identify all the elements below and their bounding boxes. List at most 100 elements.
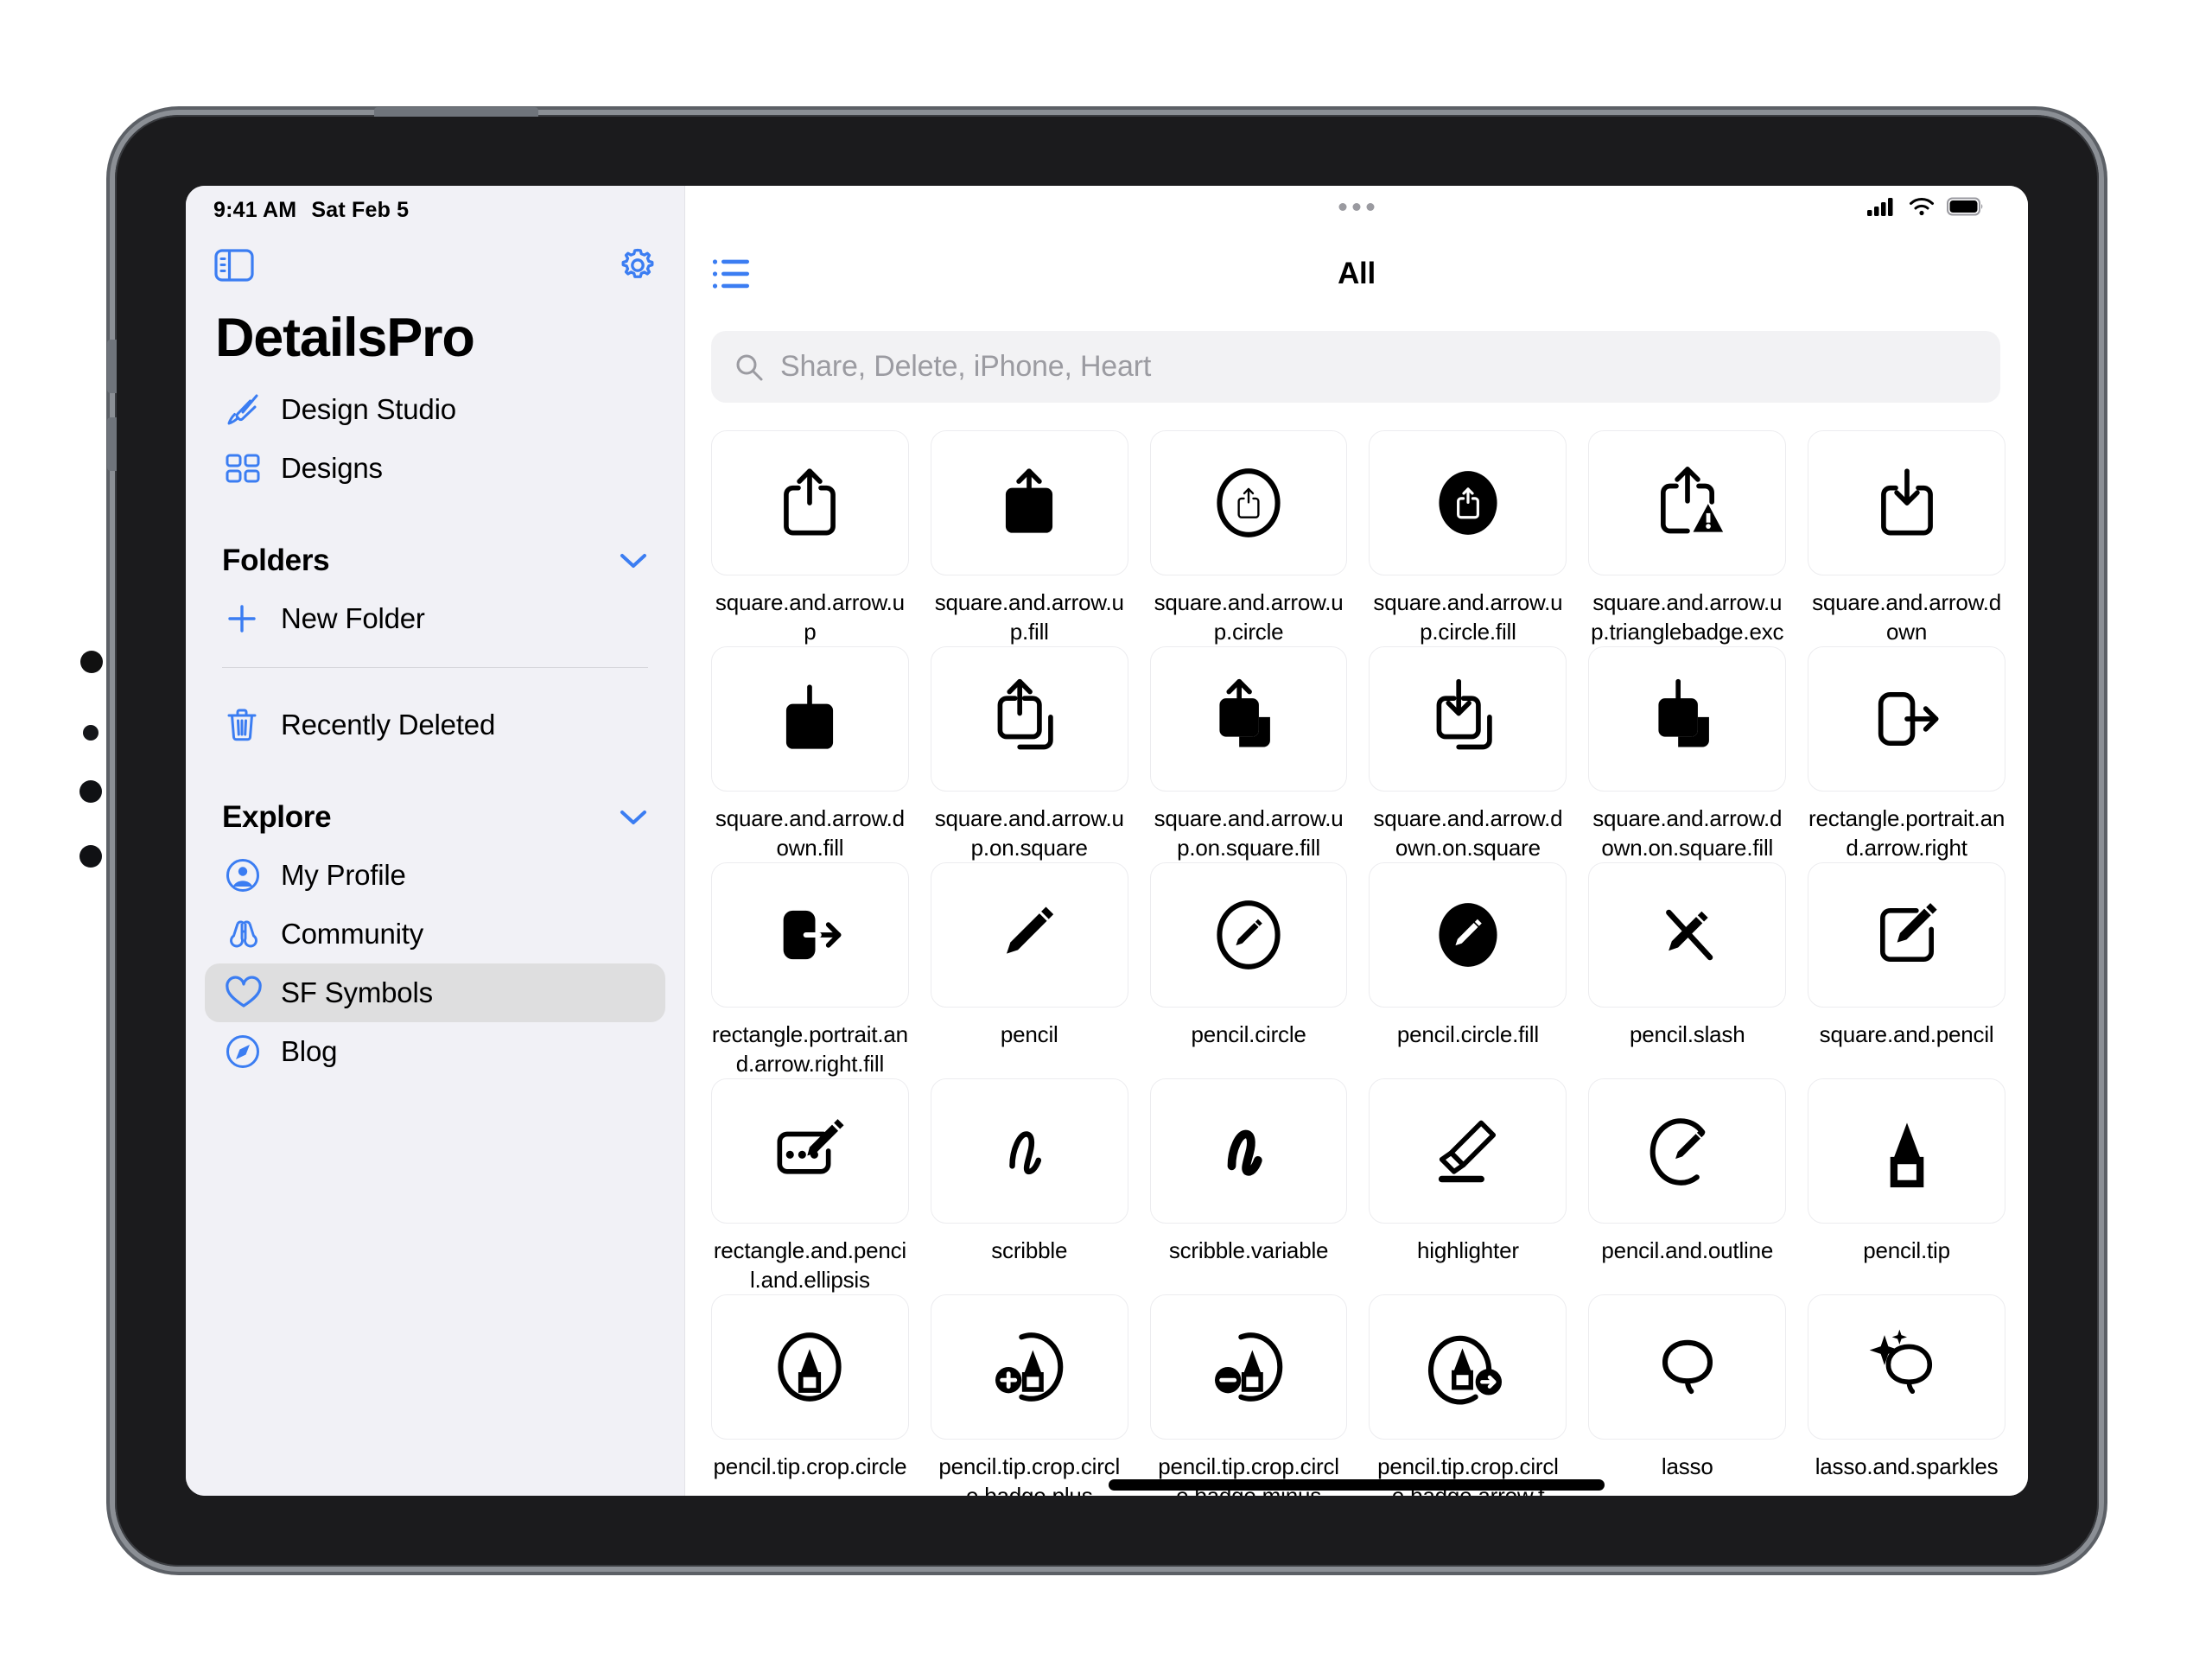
symbol-cell[interactable]: square.and.arrow.up <box>711 430 909 646</box>
symbol-cell[interactable]: square.and.arrow.down.on.square <box>1369 646 1567 862</box>
symbol-cell[interactable]: lasso.and.sparkles <box>1808 1294 2005 1496</box>
symbol-label: rectangle.portrait.and.arrow.right.fill <box>711 1021 908 1077</box>
home-indicator[interactable] <box>1109 1479 1605 1491</box>
symbol-cell[interactable]: scribble <box>930 1078 1128 1294</box>
symbol-cell[interactable]: square.and.arrow.up.trianglebadge.exc <box>1588 430 1787 646</box>
symbol-label: square.and.arrow.up.on.square.fill <box>1154 805 1344 861</box>
symbol-label: lasso <box>1661 1453 1713 1479</box>
symbol-cell[interactable]: square.and.arrow.down <box>1808 430 2005 646</box>
symbol-cell[interactable]: pencil.slash <box>1588 862 1787 1078</box>
camera-dot <box>83 725 99 741</box>
symbol-cell[interactable]: scribble.variable <box>1149 1078 1348 1294</box>
symbol-cell[interactable]: pencil.circle.fill <box>1369 862 1567 1078</box>
sidebar-item-label: Design Studio <box>281 393 456 425</box>
volume-down-button[interactable] <box>107 417 117 471</box>
symbol-cell[interactable]: pencil.circle <box>1149 862 1348 1078</box>
share-up-fill-icon <box>930 430 1128 575</box>
symbol-label: pencil.tip <box>1863 1237 1950 1263</box>
safari-compass-icon <box>224 1033 269 1071</box>
search-input[interactable] <box>780 350 1978 384</box>
camera-dot <box>79 845 102 868</box>
symbol-label: pencil.circle.fill <box>1396 1021 1539 1047</box>
share-up-on-square-fill-icon <box>1149 646 1348 792</box>
status-bar-left: 9:41 AM Sat Feb 5 <box>213 198 409 223</box>
share-down-on-square-icon <box>1369 646 1567 792</box>
sidebar-item-sf-symbols[interactable]: SF Symbols <box>205 963 665 1022</box>
main-pane: All square.and.arrow.upsquare.and.arrow.… <box>685 186 2028 1496</box>
sidebar-item-new-folder[interactable]: New Folder <box>205 589 665 648</box>
share-up-circle-icon <box>1149 430 1348 575</box>
symbol-cell[interactable]: highlighter <box>1369 1078 1567 1294</box>
chevron-down-icon[interactable] <box>619 551 648 570</box>
sidebar-item-blog[interactable]: Blog <box>205 1022 665 1081</box>
rect-pencil-ellipsis-icon <box>711 1078 909 1224</box>
search-bar[interactable] <box>711 331 2000 403</box>
sidebar-item-label: Designs <box>281 452 383 484</box>
symbol-cell[interactable]: rectangle.portrait.and.arrow.right.fill <box>711 862 909 1078</box>
symbol-cell[interactable]: pencil.tip.crop.circle.badge.arrow.f <box>1369 1294 1567 1496</box>
status-date: Sat Feb 5 <box>311 198 410 222</box>
symbol-cell[interactable]: pencil.and.outline <box>1588 1078 1787 1294</box>
grid-squares-icon <box>224 451 269 486</box>
symbol-cell[interactable]: rectangle.portrait.and.arrow.right <box>1808 646 2005 862</box>
volume-up-button[interactable] <box>107 340 117 393</box>
symbol-cell[interactable]: pencil.tip.crop.circle <box>711 1294 909 1496</box>
share-up-warning-icon <box>1588 430 1787 575</box>
page-title: All <box>1338 257 1376 290</box>
share-down-on-square-fill-icon <box>1588 646 1787 792</box>
symbol-label: square.and.arrow.up <box>715 589 905 645</box>
section-title: Explore <box>222 800 332 834</box>
section-header-explore[interactable]: Explore <box>222 789 648 846</box>
power-button[interactable] <box>374 107 538 117</box>
symbol-label: square.and.arrow.down.on.square <box>1373 805 1563 861</box>
symbol-label: square.and.pencil <box>1819 1021 1994 1047</box>
symbol-cell[interactable]: square.and.arrow.up.circle <box>1149 430 1348 646</box>
ipad-screen: 9:41 AM Sat Feb 5 DetailsPro Design Stud… <box>186 186 2028 1496</box>
symbol-cell[interactable]: rectangle.and.pencil.and.ellipsis <box>711 1078 909 1294</box>
chevron-down-icon[interactable] <box>619 808 648 827</box>
symbol-cell[interactable]: square.and.arrow.up.fill <box>930 430 1128 646</box>
symbol-cell[interactable]: square.and.arrow.up.on.square <box>930 646 1128 862</box>
status-bar-right-area <box>685 186 2028 231</box>
symbol-label: scribble.variable <box>1168 1237 1329 1263</box>
main-navbar: All <box>685 231 2028 321</box>
symbol-cell[interactable]: pencil <box>930 862 1128 1078</box>
symbol-label: scribble <box>991 1237 1068 1263</box>
symbol-label: pencil.slash <box>1630 1021 1745 1047</box>
person-circle-icon <box>224 856 269 894</box>
section-header-folders[interactable]: Folders <box>222 532 648 589</box>
symbol-cell[interactable]: square.and.arrow.up.on.square.fill <box>1149 646 1348 862</box>
symbol-cell[interactable]: pencil.tip <box>1808 1078 2005 1294</box>
status-bar-indicators <box>1867 196 1985 217</box>
sidebar-item-my-profile[interactable]: My Profile <box>205 846 665 905</box>
symbol-grid: square.and.arrow.up square.and.arrow.up.f… <box>711 430 2005 1496</box>
symbol-label: square.and.arrow.down <box>1812 589 2002 645</box>
symbol-cell[interactable]: lasso <box>1588 1294 1787 1496</box>
sidebar-item-label: Community <box>281 918 424 950</box>
sidebar-item-designs[interactable]: Designs <box>205 439 665 498</box>
symbol-cell[interactable]: square.and.pencil <box>1808 862 2005 1078</box>
symbol-cell[interactable]: pencil.tip.crop.circle.badge.plus <box>930 1294 1128 1496</box>
symbol-label: square.and.arrow.up.circle.fill <box>1373 589 1563 645</box>
symbol-label: square.and.arrow.up.on.square <box>934 805 1124 861</box>
handle-dot <box>1366 203 1375 211</box>
gear-icon[interactable] <box>617 245 658 286</box>
pencil-tip-crop-circle-arrow-icon <box>1369 1294 1567 1440</box>
symbol-label: square.and.arrow.up.trianglebadge.exc <box>1591 589 1784 645</box>
sidebar-item-community[interactable]: Community <box>205 905 665 963</box>
share-down-fill-icon <box>711 646 909 792</box>
sidebar-toggle-icon[interactable] <box>213 245 255 286</box>
camera-dot <box>80 651 103 673</box>
symbol-label: pencil.tip.crop.circle.badge.plus <box>938 1453 1121 1496</box>
symbol-cell[interactable]: square.and.arrow.up.circle.fill <box>1369 430 1567 646</box>
sidebar-item-recently-deleted[interactable]: Recently Deleted <box>205 696 665 754</box>
sidebar-item-label: Blog <box>281 1035 338 1067</box>
pencil-tip-icon <box>1808 1078 2005 1224</box>
symbol-cell[interactable]: square.and.arrow.down.on.square.fill <box>1588 646 1787 862</box>
sidebar-item-design-studio[interactable]: Design Studio <box>205 380 665 439</box>
symbol-cell[interactable]: square.and.arrow.down.fill <box>711 646 909 862</box>
three-dots-handle-icon[interactable] <box>1338 203 1375 211</box>
symbol-cell[interactable]: pencil.tip.crop.circle.badge.minus <box>1149 1294 1348 1496</box>
